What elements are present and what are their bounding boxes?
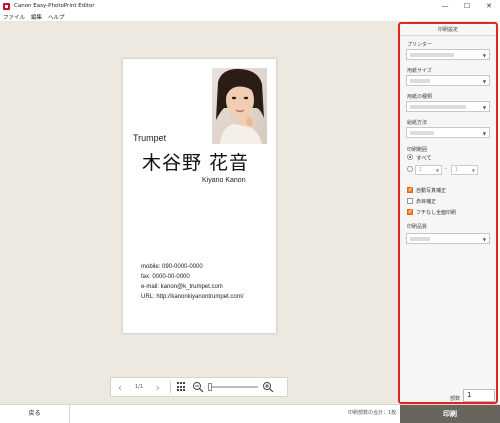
next-page-button[interactable]: › — [149, 381, 167, 394]
range-dash: - — [445, 166, 447, 172]
media-type-select[interactable]: ▼ — [406, 101, 490, 112]
chevron-down-icon: ▼ — [435, 168, 439, 173]
print-quality-select[interactable]: ▼ — [406, 233, 490, 244]
thumbnail-grid-icon[interactable] — [177, 382, 187, 392]
printer-value — [410, 53, 454, 57]
chevron-down-icon: ▼ — [471, 168, 475, 173]
menu-file[interactable]: ファイル — [3, 13, 25, 21]
paper-size-label: 用紙サイズ — [407, 68, 432, 74]
paper-source-label: 給紙方法 — [407, 120, 428, 126]
range-to-value: 1 — [455, 167, 459, 173]
menu-help[interactable]: ヘルプ — [48, 13, 65, 21]
zoom-in-icon[interactable] — [262, 381, 274, 393]
auto-photo-fix-label: 自動写真補正 — [416, 188, 447, 194]
media-type-label: 用紙の種類 — [407, 94, 433, 100]
borderless-checkbox[interactable] — [407, 208, 413, 215]
card-contact-block: mobile: 090-0000-0000 fax: 0000-00-0000 … — [141, 262, 243, 302]
print-quality-label: 印刷品質 — [407, 224, 428, 230]
menu-bar: ファイル 編集 ヘルプ — [0, 12, 500, 22]
print-range-label: 印刷範囲 — [407, 147, 428, 153]
close-button[interactable]: ✕ — [478, 0, 500, 12]
paper-source-value — [410, 131, 434, 135]
title-bar: Canon Easy-PhotoPrint Editor — ☐ ✕ — [0, 0, 500, 12]
print-button[interactable]: 印刷 — [400, 405, 500, 423]
print-quality-value — [410, 237, 430, 241]
bottom-bar: 戻る 印刷部数の合計：1枚 印刷 — [0, 404, 500, 423]
card-url: URL: http://kanonkiyanontrumpet.com/ — [141, 294, 244, 300]
preview-area: Trumpet 木谷野 花音 Kiyano Kanon mobile: 090-… — [0, 22, 398, 404]
preview-toolbar: ‹ 1/1 › — [110, 377, 288, 397]
zoom-slider[interactable] — [208, 383, 258, 391]
card-fax: fax: 0000-00-0000 — [141, 274, 190, 280]
back-button[interactable]: 戻る — [0, 405, 70, 423]
paper-source-select[interactable]: ▼ — [406, 127, 490, 138]
red-eye-checkbox[interactable] — [407, 198, 413, 204]
borderless-label: フチなし全面印刷 — [416, 210, 457, 216]
copies-input[interactable]: 1 — [463, 389, 495, 402]
toolbar-divider — [170, 381, 171, 393]
maximize-button[interactable]: ☐ — [456, 0, 478, 12]
chevron-down-icon: ▼ — [482, 237, 486, 242]
page-indicator: 1/1 — [134, 384, 144, 390]
auto-photo-fix-checkbox[interactable] — [407, 186, 413, 193]
printer-select[interactable]: ▼ — [406, 49, 490, 60]
range-to-field[interactable]: 1 ▼ — [451, 165, 478, 175]
red-eye-label: 赤目補正 — [416, 199, 437, 205]
menu-edit[interactable]: 編集 — [31, 13, 42, 21]
total-print-count: 印刷部数の合計：1枚 — [348, 410, 397, 416]
copies-label: 部数 — [450, 396, 461, 402]
chevron-down-icon: ▼ — [482, 131, 486, 136]
card-brand: Trumpet — [133, 133, 167, 143]
card-mobile: mobile: 090-0000-0000 — [141, 264, 203, 270]
range-from-field[interactable]: 1 ▼ — [415, 165, 442, 175]
printer-label: プリンター — [407, 42, 433, 48]
app-title: Canon Easy-PhotoPrint Editor — [14, 3, 95, 9]
paper-size-value — [410, 79, 430, 83]
zoom-slider-thumb[interactable] — [208, 383, 212, 391]
print-settings-panel: 印刷設定 プリンター ▼ 用紙サイズ ▼ 用紙の種類 ▼ 給紙方法 ▼ 印刷範囲… — [398, 22, 498, 404]
panel-title: 印刷設定 — [400, 24, 496, 36]
range-from-value: 1 — [419, 167, 423, 173]
paper-size-select[interactable]: ▼ — [406, 75, 490, 86]
prev-page-button[interactable]: ‹ — [111, 381, 129, 394]
range-pages-radio[interactable] — [407, 166, 413, 172]
app-icon — [3, 2, 10, 10]
chevron-down-icon: ▼ — [482, 105, 486, 110]
zoom-out-icon[interactable] — [192, 381, 204, 393]
card-name-english: Kiyano Kanon — [202, 177, 246, 184]
card-name-japanese: 木谷野 花音 — [142, 152, 250, 174]
media-type-value — [410, 105, 466, 109]
card-email: e-mail: kanon@k_trumpet.com — [141, 284, 223, 290]
business-card-preview[interactable]: Trumpet 木谷野 花音 Kiyano Kanon mobile: 090-… — [122, 58, 277, 334]
portrait-photo[interactable] — [212, 68, 267, 144]
portrait-image — [212, 68, 267, 144]
chevron-down-icon: ▼ — [482, 79, 486, 84]
window-controls: — ☐ ✕ — [434, 0, 500, 12]
minimize-button[interactable]: — — [434, 0, 456, 12]
range-all-radio[interactable] — [407, 154, 413, 160]
chevron-down-icon: ▼ — [482, 53, 486, 58]
range-all-label: すべて — [416, 156, 432, 162]
